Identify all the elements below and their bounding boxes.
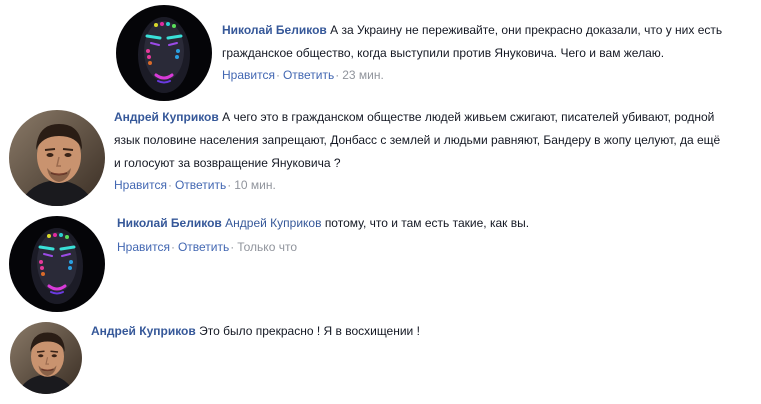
separator: · xyxy=(170,240,175,254)
comment-text: Это было прекрасно ! Я в восхищении ! xyxy=(199,324,420,338)
separator: · xyxy=(275,68,280,82)
reply-link[interactable]: Ответить xyxy=(175,178,226,192)
comment-body: Андрей Куприков А чего это в гражданском… xyxy=(114,106,729,175)
comment-author[interactable]: Андрей Куприков xyxy=(91,324,196,338)
reply-link[interactable]: Ответить xyxy=(283,68,334,82)
timestamp[interactable]: 23 мин. xyxy=(342,68,384,82)
man-face-icon xyxy=(10,322,82,394)
timestamp[interactable]: 10 мин. xyxy=(234,178,276,192)
comment-author[interactable]: Андрей Куприков xyxy=(114,110,219,124)
masked-face-icon xyxy=(116,5,212,101)
like-link[interactable]: Нравится xyxy=(117,240,170,254)
comment-actions: Нравится· Ответить· 10 мин. xyxy=(114,177,276,193)
comment-body: Николай Беликов А за Украину не пережива… xyxy=(222,19,732,65)
avatar[interactable] xyxy=(9,110,105,206)
comment-body: Андрей Куприков Это было прекрасно ! Я в… xyxy=(91,320,691,343)
avatar[interactable] xyxy=(116,5,212,101)
like-link[interactable]: Нравится xyxy=(222,68,275,82)
comment-author[interactable]: Николай Беликов xyxy=(222,23,327,37)
comment-body: Николай Беликов Андрей Куприков потому, … xyxy=(117,212,717,235)
comment-text: потому, что и там есть такие, как вы. xyxy=(324,216,530,230)
comment-actions: Нравится· Ответить· 23 мин. xyxy=(222,67,384,83)
avatar[interactable] xyxy=(10,322,82,394)
mention-link[interactable]: Андрей Куприков xyxy=(225,216,321,230)
like-link[interactable]: Нравится xyxy=(114,178,167,192)
reply-link[interactable]: Ответить xyxy=(178,240,229,254)
timestamp[interactable]: Только что xyxy=(237,240,297,254)
man-face-icon xyxy=(9,110,105,206)
comment-actions: Нравится· Ответить· Только что xyxy=(117,239,297,255)
separator: · xyxy=(167,178,172,192)
comment-author[interactable]: Николай Беликов xyxy=(117,216,222,230)
masked-face-icon xyxy=(9,216,105,312)
avatar[interactable] xyxy=(9,216,105,312)
